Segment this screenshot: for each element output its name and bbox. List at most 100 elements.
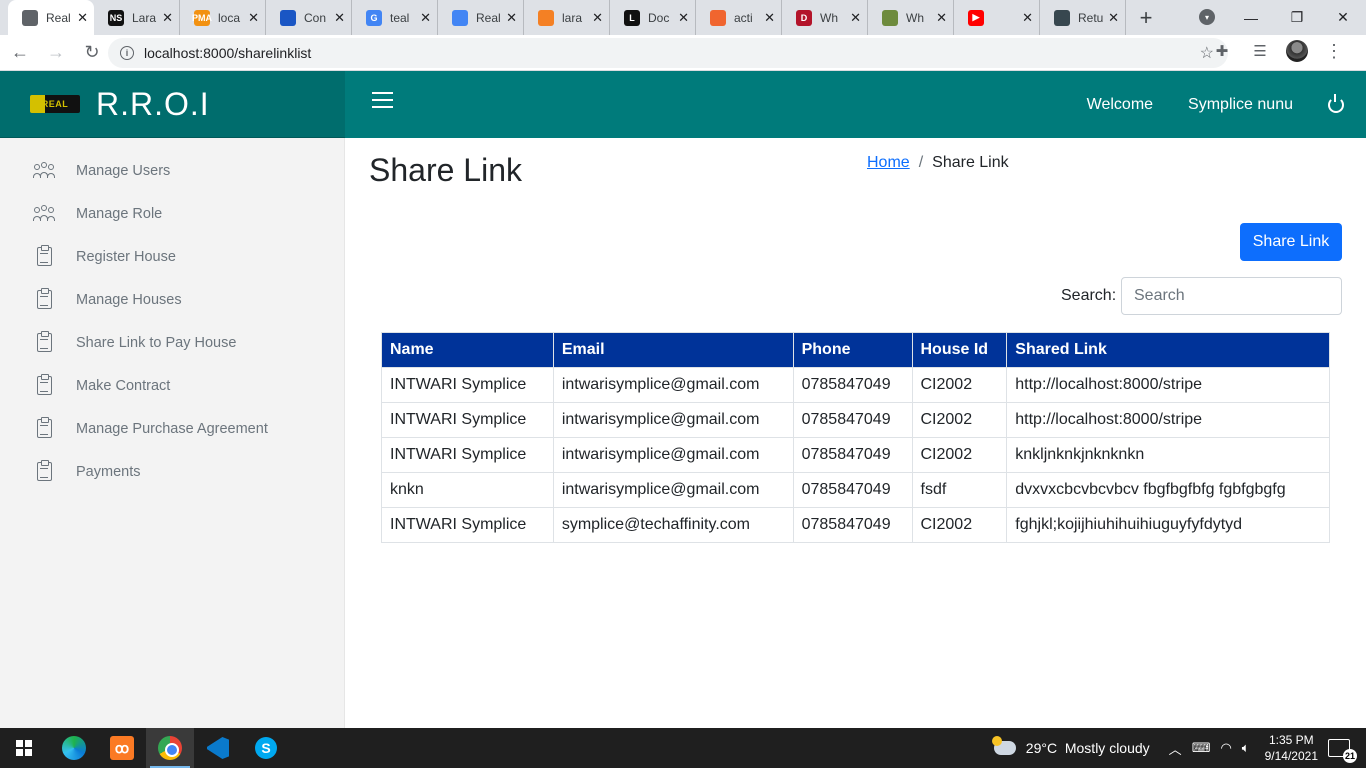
sidebar-item[interactable]: Share Link to Pay House bbox=[0, 321, 345, 364]
tab-close-icon[interactable]: ✕ bbox=[248, 10, 259, 26]
tab-title: Wh bbox=[906, 10, 924, 25]
back-icon[interactable]: ← bbox=[4, 37, 36, 69]
table-cell: intwarisymplice@gmail.com bbox=[552, 437, 794, 473]
tab-title: acti bbox=[734, 10, 753, 25]
browser-tab[interactable]: lara ✕ bbox=[524, 0, 610, 35]
browser-tab[interactable]: L Doc ✕ bbox=[610, 0, 696, 35]
user-name[interactable]: Symplice nunu bbox=[1188, 96, 1293, 114]
table-cell: INTWARI Symplice bbox=[381, 402, 554, 438]
tab-favicon-icon bbox=[1054, 9, 1070, 26]
column-header[interactable]: Email bbox=[552, 332, 794, 368]
show-hidden-icons-icon[interactable]: ︿ bbox=[1169, 739, 1182, 758]
weather-text[interactable]: 29°C Mostly cloudy bbox=[1026, 740, 1150, 756]
taskbar-chrome[interactable] bbox=[146, 728, 194, 768]
tab-close-icon[interactable]: ✕ bbox=[592, 10, 603, 26]
browser-tab[interactable]: NS Lara ✕ bbox=[94, 0, 180, 35]
tab-search-icon[interactable]: ▾ bbox=[1199, 9, 1215, 25]
tab-close-icon[interactable]: ✕ bbox=[1022, 10, 1033, 26]
taskbar-xampp[interactable]: ꝏ bbox=[98, 728, 146, 768]
tab-close-icon[interactable]: ✕ bbox=[678, 10, 689, 26]
tab-close-icon[interactable]: ✕ bbox=[77, 10, 88, 26]
browser-tab[interactable]: PMA loca ✕ bbox=[180, 0, 266, 35]
sidebar-item[interactable]: Manage Users bbox=[0, 149, 345, 192]
start-button[interactable] bbox=[0, 728, 48, 768]
reading-list-icon[interactable]: ☰ bbox=[1248, 39, 1272, 63]
clipboard-icon bbox=[34, 288, 54, 310]
tab-close-icon[interactable]: ✕ bbox=[334, 10, 345, 26]
wifi-icon[interactable]: ◠ bbox=[1220, 740, 1231, 756]
taskbar-vscode[interactable] bbox=[194, 728, 242, 768]
tab-close-icon[interactable]: ✕ bbox=[1108, 10, 1119, 26]
sidebar-item[interactable]: Make Contract bbox=[0, 364, 345, 407]
tab-favicon-icon bbox=[280, 9, 296, 26]
browser-tab[interactable]: D Wh ✕ bbox=[782, 0, 868, 35]
sidebar-item[interactable]: Payments bbox=[0, 450, 345, 493]
menu-kebab-icon[interactable]: ⋮ bbox=[1322, 39, 1346, 63]
tab-close-icon[interactable]: ✕ bbox=[420, 10, 431, 26]
clock[interactable]: 1:35 PM 9/14/2021 bbox=[1265, 732, 1318, 764]
browser-tab[interactable]: Real ✕ bbox=[8, 0, 94, 35]
share-link-button[interactable]: Share Link bbox=[1240, 223, 1342, 261]
volume-icon[interactable]: 🔈︎ bbox=[1242, 740, 1250, 756]
new-tab-icon[interactable]: + bbox=[1126, 0, 1166, 35]
reload-icon[interactable]: ↻ bbox=[76, 37, 108, 69]
browser-tab[interactable]: ▶ ✕ bbox=[954, 0, 1040, 35]
clipboard-icon bbox=[34, 331, 54, 353]
tab-favicon-icon bbox=[538, 9, 554, 26]
tab-close-icon[interactable]: ✕ bbox=[936, 10, 947, 26]
column-header[interactable]: House Id bbox=[911, 332, 1008, 368]
search-input[interactable] bbox=[1121, 277, 1342, 315]
sidebar-item[interactable]: Register House bbox=[0, 235, 345, 278]
column-header[interactable]: Shared Link bbox=[1006, 332, 1330, 368]
sidebar-item[interactable]: Manage Houses bbox=[0, 278, 345, 321]
table-cell: fsdf bbox=[911, 472, 1008, 508]
taskbar-edge[interactable] bbox=[50, 728, 98, 768]
browser-tab[interactable]: Con ✕ bbox=[266, 0, 352, 35]
tab-favicon-icon: ▶ bbox=[968, 9, 984, 26]
browser-tab[interactable]: Gteal ✕ bbox=[352, 0, 438, 35]
close-window-icon[interactable]: ✕ bbox=[1320, 0, 1366, 35]
brand-name[interactable]: R.R.O.I bbox=[96, 86, 210, 123]
tab-close-icon[interactable]: ✕ bbox=[162, 10, 173, 26]
extensions-icon[interactable]: ✚ bbox=[1210, 39, 1234, 63]
sidebar-item[interactable]: Manage Purchase Agreement bbox=[0, 407, 345, 450]
column-header[interactable]: Name bbox=[381, 332, 554, 368]
tab-close-icon[interactable]: ✕ bbox=[764, 10, 775, 26]
browser-tab[interactable]: Wh ✕ bbox=[868, 0, 954, 35]
brand-logo[interactable]: REAL bbox=[30, 95, 80, 113]
window-controls: — ❐ ✕ bbox=[1228, 0, 1366, 35]
notification-center-icon[interactable]: 21 bbox=[1328, 739, 1357, 763]
welcome-text: Welcome bbox=[1086, 95, 1154, 113]
browser-tab[interactable]: Real ✕ bbox=[438, 0, 524, 35]
tab-title: Lara bbox=[132, 10, 157, 25]
weather-cloudy-icon[interactable] bbox=[991, 736, 1016, 755]
power-logout-icon[interactable] bbox=[1328, 93, 1344, 113]
hamburger-menu-icon[interactable] bbox=[372, 92, 393, 108]
minimize-icon[interactable]: — bbox=[1228, 0, 1274, 35]
breadcrumb-current: Share Link bbox=[932, 154, 1009, 171]
input-method-icon[interactable]: ⌨ bbox=[1192, 740, 1211, 756]
profile-avatar[interactable] bbox=[1286, 40, 1308, 62]
sidebar-item-label: Make Contract bbox=[76, 377, 171, 394]
address-bar[interactable]: i localhost:8000/sharelinklist ☆ bbox=[108, 38, 1228, 68]
browser-tab[interactable]: acti ✕ bbox=[696, 0, 782, 35]
sidebar-item[interactable]: Manage Role bbox=[0, 192, 345, 235]
clipboard-icon bbox=[34, 460, 54, 482]
url-text[interactable]: localhost:8000/sharelinklist bbox=[144, 45, 311, 61]
table-cell: knkn bbox=[381, 472, 554, 508]
table-row: INTWARI Symplice intwarisymplice@gmail.co… bbox=[381, 367, 1330, 403]
breadcrumb-home-link[interactable]: Home bbox=[867, 154, 910, 172]
breadcrumb: Home / Share Link bbox=[867, 154, 1009, 172]
site-info-icon[interactable]: i bbox=[120, 46, 134, 60]
tab-favicon-icon bbox=[22, 9, 38, 26]
browser-tab[interactable]: Retu ✕ bbox=[1040, 0, 1126, 35]
tab-title: Con bbox=[304, 10, 327, 25]
clock-date: 9/14/2021 bbox=[1264, 749, 1318, 763]
forward-icon[interactable]: → bbox=[40, 37, 72, 69]
tab-close-icon[interactable]: ✕ bbox=[506, 10, 517, 26]
taskbar-skype[interactable]: S bbox=[242, 728, 290, 768]
tab-close-icon[interactable]: ✕ bbox=[850, 10, 861, 26]
column-header[interactable]: Phone bbox=[792, 332, 913, 368]
edge-icon bbox=[62, 736, 86, 760]
restore-icon[interactable]: ❐ bbox=[1274, 0, 1320, 35]
